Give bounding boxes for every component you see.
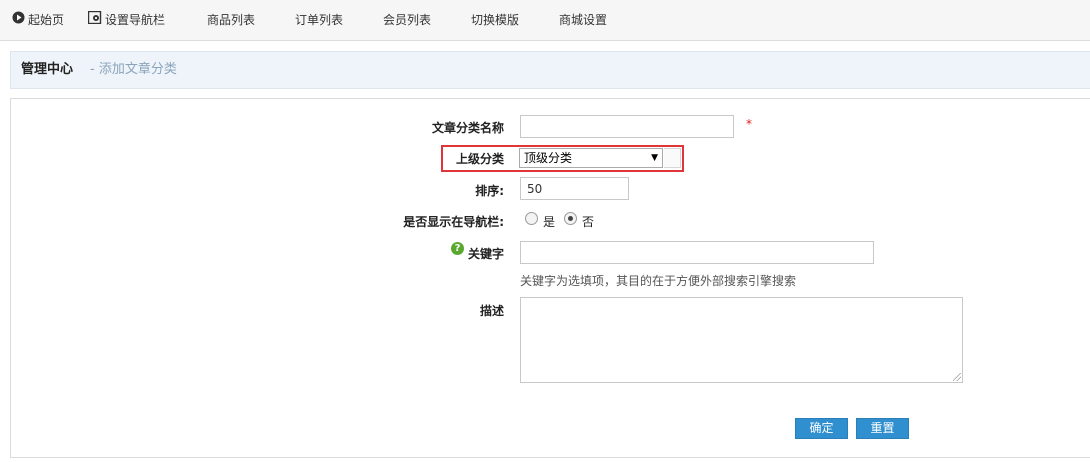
show-nav-yes-radio[interactable] bbox=[525, 212, 538, 225]
resize-grip-icon[interactable] bbox=[953, 373, 961, 381]
nav-member-list[interactable]: 会员列表 bbox=[383, 0, 431, 40]
play-circle-icon bbox=[12, 0, 25, 40]
nav-mall-settings[interactable]: 商城设置 bbox=[559, 0, 607, 40]
nav-start-page[interactable]: 起始页 bbox=[12, 0, 64, 40]
parent-category-select[interactable]: 顶级分类 ▼ bbox=[519, 148, 663, 168]
nav-start-label: 起始页 bbox=[28, 13, 65, 27]
nav-order-list[interactable]: 订单列表 bbox=[295, 0, 343, 40]
category-name-input[interactable] bbox=[520, 115, 734, 138]
nav-set-navbar-label: 设置导航栏 bbox=[105, 13, 166, 27]
breadcrumb: 管理中心 - 添加文章分类 bbox=[10, 51, 1090, 89]
sort-label: 排序: bbox=[475, 184, 504, 198]
description-label: 描述 bbox=[479, 304, 504, 318]
nav-goods-list[interactable]: 商品列表 bbox=[207, 0, 255, 40]
breadcrumb-current: - 添加文章分类 bbox=[90, 62, 177, 77]
nav-set-navbar[interactable]: 设置导航栏 bbox=[87, 0, 166, 40]
show-in-nav-label: 是否显示在导航栏: bbox=[403, 215, 504, 229]
parent-category-value: 顶级分类 bbox=[524, 151, 573, 165]
confirm-button[interactable]: 确定 bbox=[795, 418, 848, 439]
keywords-label: 关键字 bbox=[467, 247, 504, 261]
select-side-box bbox=[664, 148, 681, 168]
show-nav-yes-label: 是 bbox=[543, 215, 556, 229]
keywords-input[interactable] bbox=[520, 241, 874, 264]
settings-square-icon bbox=[87, 0, 102, 40]
category-name-label: 文章分类名称 bbox=[431, 121, 504, 135]
description-textarea[interactable] bbox=[520, 297, 963, 383]
sort-input[interactable] bbox=[520, 177, 629, 200]
show-nav-no-label: 否 bbox=[582, 215, 595, 229]
show-nav-no-radio[interactable] bbox=[564, 212, 577, 225]
dropdown-arrow-icon: ▼ bbox=[651, 153, 658, 163]
keywords-hint: 关键字为选填项，其目的在于方便外部搜索引擎搜索 bbox=[520, 274, 797, 288]
reset-button[interactable]: 重置 bbox=[856, 418, 909, 439]
nav-switch-template[interactable]: 切换模版 bbox=[471, 0, 519, 40]
breadcrumb-main: 管理中心 bbox=[21, 62, 74, 77]
help-icon[interactable]: ? bbox=[451, 242, 464, 255]
parent-category-label: 上级分类 bbox=[455, 152, 504, 166]
required-mark: * bbox=[746, 117, 752, 131]
top-navigation: 起始页 设置导航栏 商品列表 订单列表 会员列表 切换模版 商城设置 bbox=[0, 0, 1090, 41]
